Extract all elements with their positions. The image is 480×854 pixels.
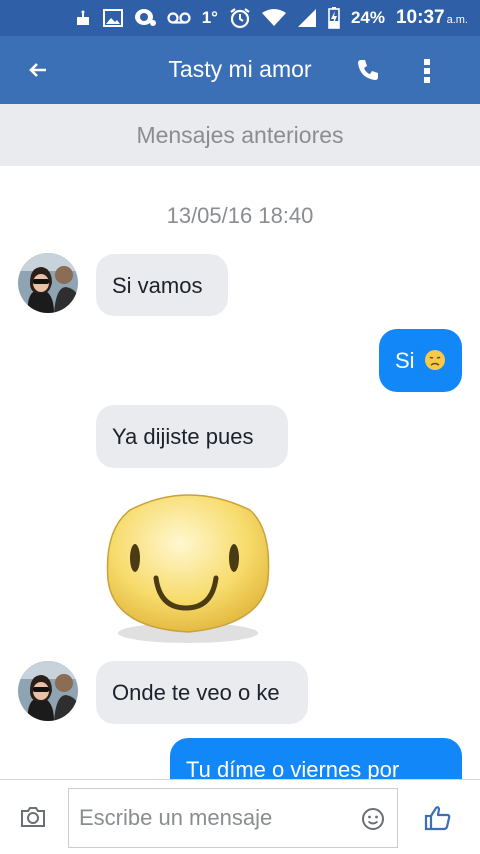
smiley-sticker[interactable] xyxy=(100,490,275,650)
contact-avatar[interactable] xyxy=(18,661,78,721)
gallery-icon xyxy=(102,9,123,27)
more-vert-icon xyxy=(424,59,430,83)
battery-percent: 24% xyxy=(350,8,385,27)
contact-avatar[interactable] xyxy=(18,253,78,313)
clock-time: 10:37 xyxy=(395,7,445,28)
app-bar: Tasty mi amor xyxy=(0,36,480,104)
message-text: Si vamos xyxy=(112,273,203,298)
composer-bar xyxy=(0,779,480,854)
battery-charging-icon xyxy=(328,7,340,29)
message-text: Si xyxy=(395,348,415,373)
like-button[interactable] xyxy=(422,802,454,834)
voicemail-icon xyxy=(167,11,191,25)
back-button[interactable] xyxy=(22,54,54,86)
signal-degree: 1° xyxy=(201,8,218,27)
clock-ampm: a.m. xyxy=(446,14,468,26)
messenger-bubble-icon xyxy=(134,8,156,28)
emoji-icon xyxy=(362,808,384,830)
message-bubble-incoming[interactable]: Si vamos xyxy=(96,254,228,316)
message-text: Ya dijiste pues xyxy=(112,424,254,449)
message-timestamp: 13/05/16 18:40 xyxy=(166,203,314,228)
sad-face-icon xyxy=(424,350,445,370)
wifi-icon xyxy=(261,9,286,27)
camera-button[interactable] xyxy=(16,802,50,832)
status-bar: 1° 24% 10:37 a.m. xyxy=(0,0,480,36)
clock: 10:37 a.m. xyxy=(396,7,468,29)
message-bubble-incoming[interactable]: Ya dijiste pues xyxy=(96,405,288,468)
emoji-button[interactable] xyxy=(360,806,386,832)
conversation-title: Tasty mi amor xyxy=(168,56,312,82)
message-bubble-outgoing[interactable]: Si xyxy=(379,329,462,392)
call-button[interactable] xyxy=(352,54,384,86)
thumbs-up-icon xyxy=(424,806,451,831)
load-older-messages-button[interactable]: Mensajes anteriores xyxy=(0,104,480,166)
message-input[interactable] xyxy=(68,788,398,848)
message-text: Onde te veo o ke xyxy=(112,680,280,705)
cell-signal-icon xyxy=(297,8,317,28)
notification-icon xyxy=(74,9,92,27)
more-options-button[interactable] xyxy=(413,54,441,88)
phone-icon xyxy=(358,60,378,80)
message-bubble-incoming[interactable]: Onde te veo o ke xyxy=(96,661,308,724)
back-arrow-icon xyxy=(29,63,46,77)
alarm-icon xyxy=(229,7,251,29)
camera-icon xyxy=(21,807,45,827)
